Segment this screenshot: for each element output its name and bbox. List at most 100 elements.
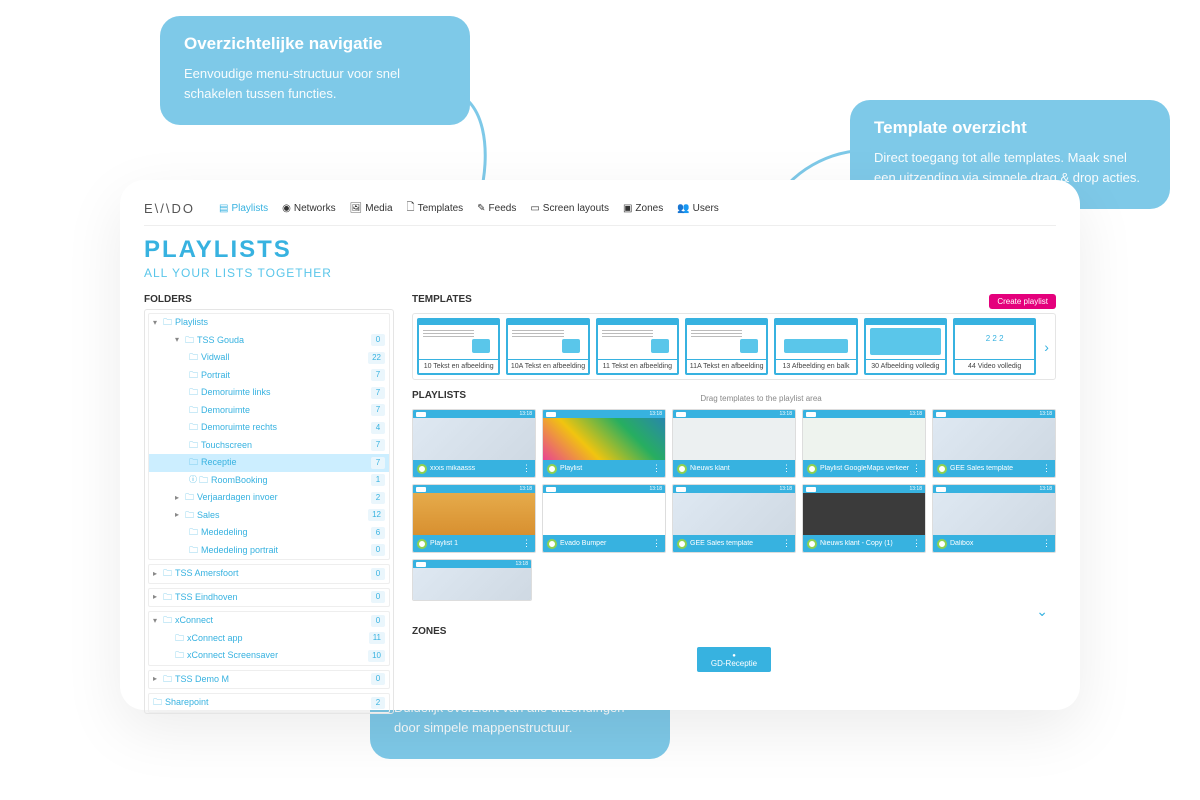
folder-item[interactable]: 🗀Sharepoint2	[149, 694, 389, 712]
thumb-time: 13:18	[519, 486, 532, 492]
folder-item[interactable]: 🗀Vidwall22	[149, 349, 389, 367]
template-card[interactable]: 10 Tekst en afbeelding	[417, 318, 500, 375]
nav-media[interactable]: 🖼Media	[350, 203, 393, 214]
status-dot-icon	[547, 464, 557, 474]
folder-label: Vidwall	[201, 351, 229, 365]
playlist-card[interactable]: 13:18Nieuws klant⋮	[672, 409, 796, 478]
folder-item-selected[interactable]: 🗀Receptie7	[149, 454, 389, 472]
more-icon[interactable]: ⋮	[912, 463, 921, 474]
playlist-card[interactable]: 13:18xxxs mikaasss⋮	[412, 409, 536, 478]
expand-down[interactable]: ⌄	[412, 601, 1056, 622]
template-card[interactable]: 11A Tekst en afbeelding	[685, 318, 768, 375]
more-icon[interactable]: ⋮	[522, 538, 531, 549]
more-icon[interactable]: ⋮	[652, 463, 661, 474]
folder-label: RoomBooking	[211, 474, 268, 488]
users-icon: 👥	[677, 203, 689, 214]
zone-chip[interactable]: ● GD-Receptie	[697, 647, 771, 672]
playlist-card[interactable]: 13:18Nieuws klant - Copy (1)⋮	[802, 484, 926, 553]
folder-label: Sales	[197, 509, 220, 523]
folder-item[interactable]: 🗀Mededeling portrait0	[149, 542, 389, 560]
status-dot-icon	[547, 539, 557, 549]
thumb-time: 13:18	[515, 561, 528, 567]
playlist-card[interactable]: 13:18Playlist GoogleMaps verkeer⋮	[802, 409, 926, 478]
status-dot-icon	[677, 464, 687, 474]
playlist-label: GEE Sales template	[690, 540, 779, 547]
playlist-label: Dalibox	[950, 540, 1039, 547]
folder-item[interactable]: 🗀Touchscreen7	[149, 437, 389, 455]
folder-item[interactable]: 🗀xConnect app11	[149, 630, 389, 648]
nav-label: Zones	[635, 203, 663, 214]
file-icon: 🗋	[407, 200, 415, 217]
folder-root[interactable]: ▾🗀Playlists	[149, 314, 389, 332]
folder-icon: 🗀	[185, 509, 194, 523]
nav-zones[interactable]: ▣Zones	[623, 203, 663, 214]
folder-label: TSS Demo M	[175, 673, 229, 687]
playlist-card[interactable]: 13:18GEE Sales template⋮	[932, 409, 1056, 478]
folder-item[interactable]: ▾🗀TSS Gouda0	[149, 332, 389, 350]
folders-tree: ▾🗀Playlists ▾🗀TSS Gouda0 🗀Vidwall22 🗀Por…	[144, 309, 394, 714]
status-dot-icon	[677, 539, 687, 549]
folder-item[interactable]: ⓘ🗀RoomBooking1	[149, 472, 389, 490]
thumb-time: 13:18	[909, 411, 922, 417]
folder-item[interactable]: ▾🗀xConnect0	[149, 612, 389, 630]
playlist-label: Playlist	[560, 465, 649, 472]
folder-icon: 🗀	[189, 544, 198, 558]
template-card[interactable]: 10A Tekst en afbeelding	[506, 318, 589, 375]
template-card[interactable]: 13 Afbeelding en balk	[774, 318, 857, 375]
nav-templates[interactable]: 🗋Templates	[407, 200, 464, 217]
folder-item[interactable]: ▸🗀TSS Amersfoort0	[149, 565, 389, 583]
nav-layouts[interactable]: ▭Screen layouts	[530, 203, 609, 214]
folder-item[interactable]: 🗀Demoruimte links7	[149, 384, 389, 402]
folder-item[interactable]: 🗀Portrait7	[149, 367, 389, 385]
nav-networks[interactable]: ◉Networks	[282, 203, 335, 214]
playlist-label: GEE Sales template	[950, 465, 1039, 472]
chevron-down-icon: ▾	[153, 317, 163, 329]
folder-icon: 🗀	[175, 632, 184, 646]
thumb-time: 13:18	[779, 411, 792, 417]
more-icon[interactable]: ⋮	[782, 463, 791, 474]
folder-item[interactable]: 🗀xConnect Screensaver10	[149, 647, 389, 665]
templates-next[interactable]: ›	[1042, 318, 1051, 375]
folder-item[interactable]: ▸🗀TSS Eindhoven0	[149, 589, 389, 607]
playlist-card[interactable]: 13:18 Playlist 1⋮	[412, 484, 536, 553]
playlist-card[interactable]: 13:18Evado Bumper⋮	[542, 484, 666, 553]
create-playlist-button[interactable]: Create playlist	[989, 294, 1056, 309]
playlist-card[interactable]: 13:18	[412, 559, 532, 601]
folder-item[interactable]: ▸🗀Sales12	[149, 507, 389, 525]
more-icon[interactable]: ⋮	[782, 538, 791, 549]
more-icon[interactable]: ⋮	[1042, 538, 1051, 549]
nav-users[interactable]: 👥 Users	[677, 203, 719, 214]
more-icon[interactable]: ⋮	[652, 538, 661, 549]
folder-item[interactable]: 🗀Demoruimte rechts4	[149, 419, 389, 437]
folder-icon: 🗀	[163, 591, 172, 605]
folder-item[interactable]: ▸🗀Verjaardagen invoer2	[149, 489, 389, 507]
playlist-card[interactable]: 13:18GEE Sales template⋮	[672, 484, 796, 553]
folder-item[interactable]: 🗀Mededeling6	[149, 524, 389, 542]
folder-icon: 🗀	[189, 404, 198, 418]
template-card[interactable]: 2 2 244 Video volledig	[953, 318, 1036, 375]
more-icon[interactable]: ⋮	[1042, 463, 1051, 474]
template-card[interactable]: 30 Afbeelding volledig	[864, 318, 947, 375]
folder-item[interactable]: ▸🗀TSS Demo M0	[149, 671, 389, 689]
playlist-card[interactable]: 13:18Playlist⋮	[542, 409, 666, 478]
playlist-label: Playlist 1	[430, 540, 519, 547]
zones-icon: ▣	[623, 203, 632, 214]
folder-icon: 🗀	[189, 369, 198, 383]
template-card[interactable]: 11 Tekst en afbeelding	[596, 318, 679, 375]
zones-heading: ZONES	[412, 626, 1056, 637]
folder-count: 2	[371, 697, 385, 709]
more-icon[interactable]: ⋮	[912, 538, 921, 549]
main-panel: TEMPLATES Create playlist 10 Tekst en af…	[412, 294, 1056, 714]
info-icon: ⓘ	[189, 474, 197, 486]
folder-label: Sharepoint	[165, 696, 209, 710]
nav-playlists[interactable]: ▤Playlists	[219, 203, 268, 214]
chevron-down-icon: ▾	[153, 615, 163, 627]
folder-icon: 🗀	[189, 351, 198, 365]
folder-count: 12	[368, 509, 385, 521]
nav-feeds[interactable]: ✎Feeds	[477, 203, 516, 214]
folder-item[interactable]: 🗀Demoruimte7	[149, 402, 389, 420]
folder-label: Receptie	[201, 456, 237, 470]
more-icon[interactable]: ⋮	[522, 463, 531, 474]
playlist-card[interactable]: 13:18Dalibox⋮	[932, 484, 1056, 553]
nav-label: Users	[693, 203, 719, 214]
